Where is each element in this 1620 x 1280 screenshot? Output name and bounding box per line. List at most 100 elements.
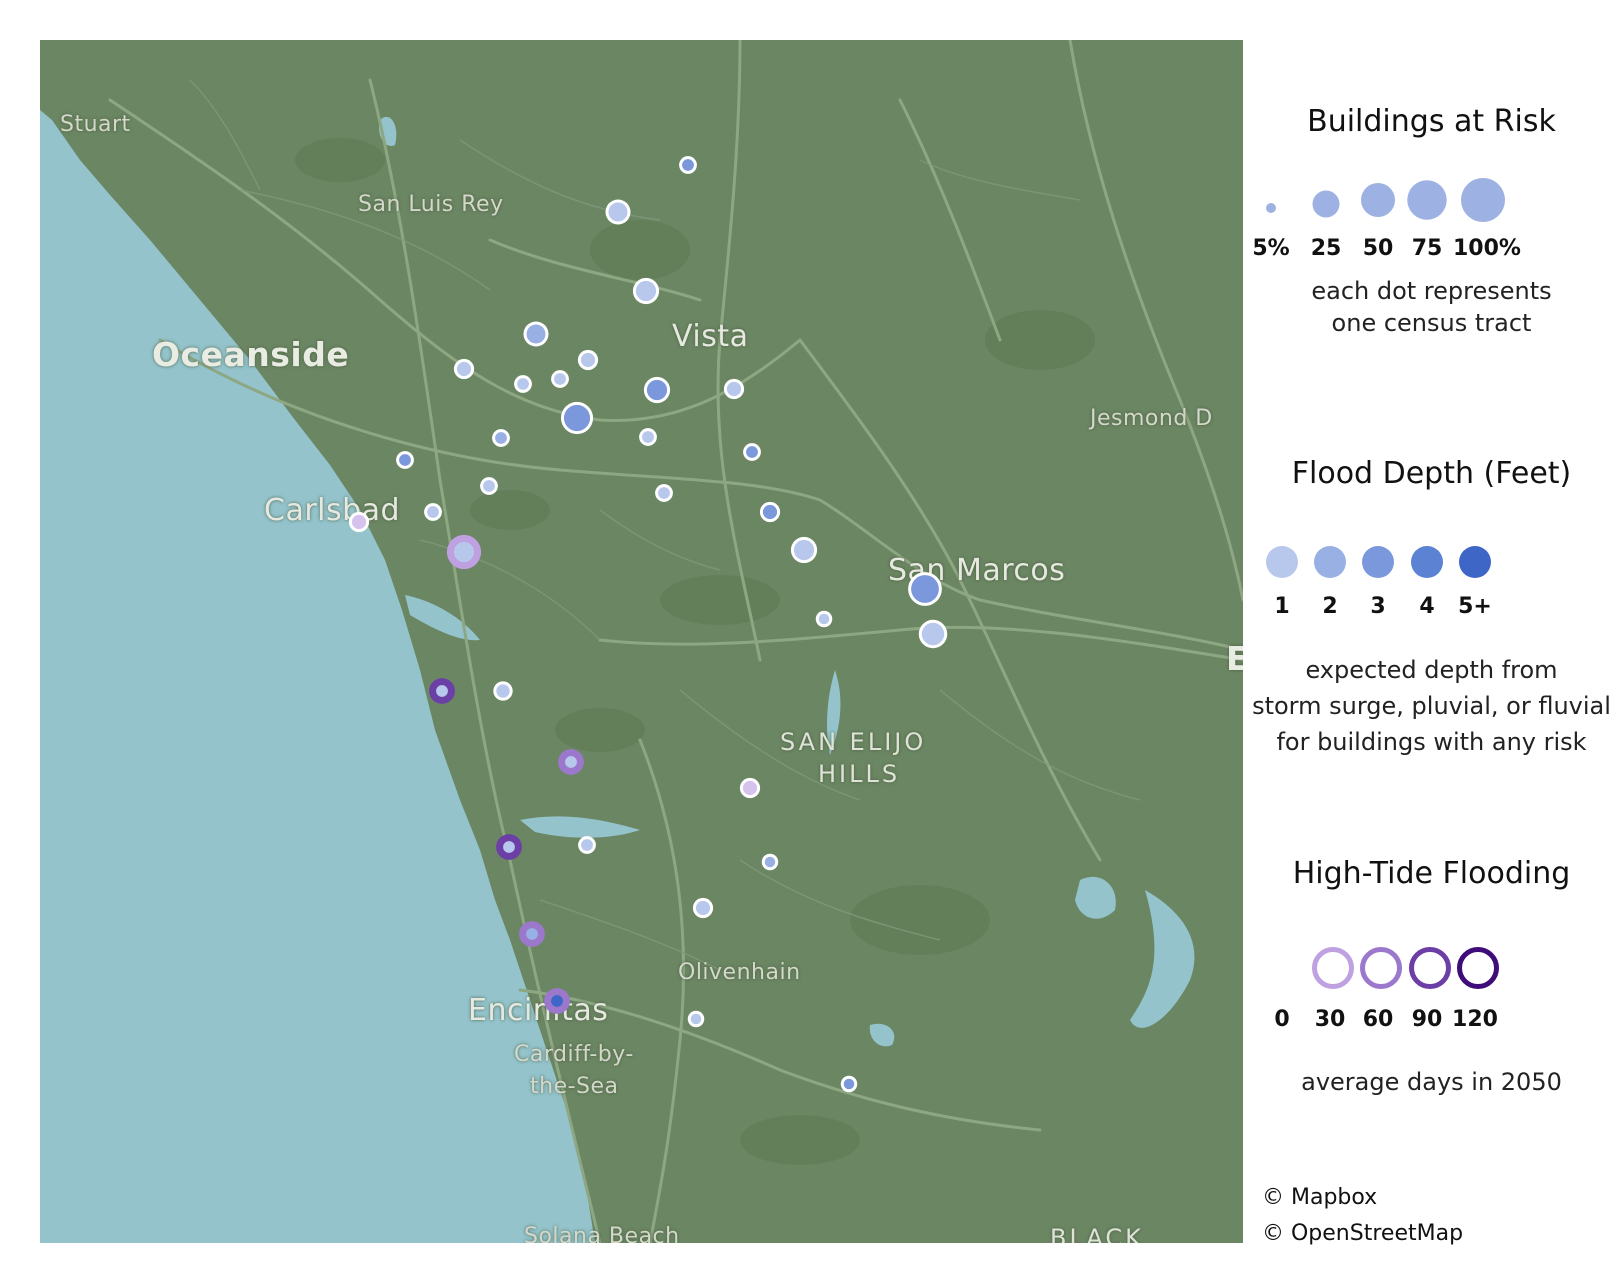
tract-fill [921, 622, 945, 646]
risk-swatch-100 [1461, 178, 1505, 222]
tract-fill [726, 381, 742, 397]
tract-fill [496, 684, 510, 698]
depth-swatch-3 [1362, 546, 1394, 578]
census-tract-dot[interactable] [519, 921, 545, 947]
tract-fill [399, 454, 411, 466]
tract-fill [565, 756, 577, 768]
risk-note-line-2: one census tract [1331, 309, 1532, 337]
tract-fill [436, 685, 448, 697]
tract-fill [793, 539, 815, 561]
risk-swatch-50 [1360, 182, 1396, 218]
census-tract-dot[interactable] [605, 199, 631, 225]
risk-label-5: 5% [1252, 236, 1290, 261]
census-tract-dot[interactable] [493, 681, 513, 701]
credit-openstreetmap[interactable]: © OpenStreetMap [1262, 1221, 1463, 1246]
census-tract-dot[interactable] [743, 443, 761, 461]
risk-swatch-75 [1407, 180, 1447, 220]
census-tract-dot[interactable] [558, 749, 584, 775]
risk-label-75: 75 [1411, 236, 1443, 261]
tide-swatch-60 [1360, 947, 1402, 989]
census-tract-dot[interactable] [632, 277, 660, 305]
tract-fill [746, 446, 758, 458]
legend-panel: Buildings at Risk 5% 25 50 75 100% each … [1243, 0, 1620, 1280]
depth-swatch-2 [1314, 546, 1346, 578]
tract-fill [483, 480, 495, 492]
depth-swatch-5 [1459, 546, 1491, 578]
tract-fill [818, 613, 830, 625]
census-tract-dot[interactable] [560, 401, 594, 435]
census-tract-dot[interactable] [815, 610, 833, 628]
census-tract-dot[interactable] [639, 428, 657, 446]
tract-fill [695, 900, 711, 916]
census-tract-dot[interactable] [918, 619, 948, 649]
tract-fill [554, 373, 566, 385]
census-tract-dot[interactable] [496, 834, 522, 860]
tract-fill [526, 928, 538, 940]
census-tract-dot[interactable] [761, 853, 779, 871]
census-tract-dot[interactable] [840, 1075, 858, 1093]
tract-fill [517, 378, 529, 390]
census-tract-dot[interactable] [446, 534, 482, 570]
tide-swatch-120 [1457, 947, 1499, 989]
tract-fill [742, 780, 758, 796]
tract-fill [843, 1078, 855, 1090]
census-tract-dot[interactable] [679, 156, 697, 174]
census-tract-dot[interactable] [514, 375, 532, 393]
census-tract-dot[interactable] [759, 501, 781, 523]
census-tract-dot[interactable] [578, 836, 596, 854]
risk-swatch-25 [1312, 190, 1340, 218]
tract-fill [580, 352, 596, 368]
census-tract-dot[interactable] [453, 358, 475, 380]
tract-fill [427, 506, 439, 518]
risk-label-100: 100% [1453, 236, 1521, 261]
census-tract-dot[interactable] [692, 897, 714, 919]
census-tract-dot[interactable] [544, 988, 570, 1014]
tract-fill [911, 575, 939, 603]
census-tract-dot[interactable] [492, 429, 510, 447]
tide-swatch-90 [1409, 947, 1451, 989]
tract-fill [495, 432, 507, 444]
census-tract-dot[interactable] [908, 572, 942, 606]
census-tract-dot[interactable] [577, 349, 599, 371]
tract-fill [762, 504, 778, 520]
tract-fill [646, 379, 668, 401]
census-tract-dot[interactable] [396, 451, 414, 469]
tract-fill [456, 361, 472, 377]
tide-note: average days in 2050 [1301, 1068, 1562, 1096]
census-tract-dot[interactable] [480, 477, 498, 495]
census-tract-dot[interactable] [429, 678, 455, 704]
map-view[interactable]: Stuart San Luis Rey Oceanside Vista Jesm… [40, 40, 1243, 1243]
tract-fill [581, 839, 593, 851]
depth-swatch-1 [1266, 546, 1298, 578]
credit-mapbox[interactable]: © Mapbox [1262, 1185, 1377, 1210]
census-tract-dot[interactable] [643, 376, 671, 404]
tract-fill [642, 431, 654, 443]
tide-swatch-30 [1312, 947, 1354, 989]
risk-note-line-1: each dot represents [1311, 277, 1552, 305]
depth-note-line-1: expected depth from [1305, 656, 1558, 684]
tract-fill [690, 1013, 702, 1025]
census-tract-dot[interactable] [739, 777, 761, 799]
tract-fill [503, 841, 515, 853]
census-tract-dot[interactable] [790, 536, 818, 564]
tract-fill [658, 487, 670, 499]
census-tract-dot[interactable] [551, 370, 569, 388]
depth-label-5: 5+ [1458, 594, 1492, 619]
tide-label-120: 120 [1452, 1007, 1498, 1032]
tract-fill [608, 202, 628, 222]
census-tract-dot[interactable] [348, 511, 370, 533]
depth-note-line-2: storm surge, pluvial, or fluvial [1252, 692, 1611, 720]
census-tract-dot[interactable] [424, 503, 442, 521]
tide-legend-title: High-Tide Flooding [1292, 856, 1571, 891]
census-tract-dot[interactable] [655, 484, 673, 502]
census-tract-dot[interactable] [723, 378, 745, 400]
depth-note-line-3: for buildings with any risk [1276, 728, 1587, 756]
census-tract-dot[interactable] [523, 321, 549, 347]
depth-swatch-4 [1411, 546, 1443, 578]
risk-legend-swatches [1266, 178, 1505, 222]
risk-legend-title: Buildings at Risk [1307, 104, 1556, 139]
census-tract-dot[interactable] [687, 1010, 705, 1028]
risk-swatch-5 [1266, 203, 1276, 213]
tract-fill [682, 159, 694, 171]
census-tract-layer [348, 156, 948, 1093]
